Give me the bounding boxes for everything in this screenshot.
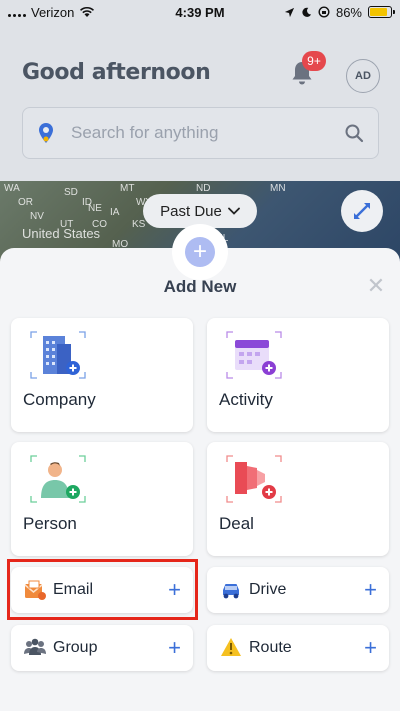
route-icon xyxy=(221,638,241,656)
avatar[interactable]: AD xyxy=(346,59,380,93)
group-icon xyxy=(24,638,46,655)
add-deal-card[interactable]: Deal xyxy=(207,442,389,556)
carrier-label: Verizon xyxy=(31,4,75,20)
status-right: 86% xyxy=(284,4,395,20)
add-route-row[interactable]: Route + xyxy=(207,625,389,671)
map-label: ND xyxy=(196,183,211,194)
map-label: MN xyxy=(270,183,286,194)
map-label: MT xyxy=(120,183,135,194)
past-due-label: Past Due xyxy=(160,202,222,220)
row-label: Group xyxy=(53,639,98,656)
rotation-lock-icon xyxy=(318,6,330,18)
map-label: OR xyxy=(18,197,33,208)
past-due-filter-button[interactable]: Past Due xyxy=(143,194,257,228)
activity-icon xyxy=(226,331,282,379)
battery-icon xyxy=(368,6,395,18)
search-bar[interactable]: Search for anything xyxy=(22,107,379,159)
expand-icon xyxy=(354,203,370,219)
notification-badge: 9+ xyxy=(302,51,326,71)
clock: 4:39 PM xyxy=(175,4,225,20)
map-label: NE xyxy=(88,203,102,214)
add-group-row[interactable]: Group + xyxy=(11,625,193,671)
greeting-title: Good afternoon xyxy=(22,60,211,85)
add-person-card[interactable]: Person xyxy=(11,442,193,556)
sheet-title: Add New xyxy=(163,277,237,296)
map-label: NV xyxy=(30,211,44,222)
row-label: Route xyxy=(249,639,292,656)
add-drive-row[interactable]: Drive + xyxy=(207,567,389,613)
expand-map-button[interactable] xyxy=(341,190,383,232)
company-icon xyxy=(30,331,86,379)
location-pin-icon xyxy=(39,123,53,143)
plus-icon: + xyxy=(185,237,215,267)
wifi-icon xyxy=(80,6,95,17)
close-icon[interactable]: ✕ xyxy=(366,275,386,297)
map-label-country: United States xyxy=(22,226,101,241)
map-label: IA xyxy=(110,207,120,218)
location-arrow-icon xyxy=(284,7,295,17)
add-icon[interactable]: + xyxy=(364,637,377,659)
map-label: WA xyxy=(4,183,20,194)
add-icon[interactable]: + xyxy=(364,579,377,601)
drive-icon xyxy=(223,584,239,599)
card-label: Person xyxy=(23,514,77,533)
add-company-card[interactable]: Company xyxy=(11,318,193,432)
card-label: Deal xyxy=(219,514,254,533)
chevron-down-icon xyxy=(227,207,240,215)
status-bar: Verizon 4:39 PM 86% xyxy=(0,0,400,24)
deal-icon xyxy=(226,455,282,503)
add-icon[interactable]: + xyxy=(168,637,181,659)
map-label: SD xyxy=(64,187,78,198)
signal-icon xyxy=(8,7,26,17)
add-new-fab[interactable]: + xyxy=(172,224,228,280)
notifications-button[interactable]: 9+ xyxy=(290,51,326,90)
add-activity-card[interactable]: Activity xyxy=(207,318,389,432)
card-label: Activity xyxy=(219,390,273,409)
person-icon xyxy=(30,455,86,503)
email-icon xyxy=(24,580,46,600)
moon-icon xyxy=(302,7,312,17)
row-label: Drive xyxy=(249,581,287,598)
map-label: KS xyxy=(132,219,146,230)
add-icon[interactable]: + xyxy=(168,579,181,601)
add-email-row[interactable]: Email + xyxy=(11,567,193,613)
card-label: Company xyxy=(23,390,96,409)
search-icon[interactable] xyxy=(344,123,364,143)
status-left: Verizon xyxy=(8,5,95,20)
battery-percent: 86% xyxy=(335,4,362,20)
row-label: Email xyxy=(53,581,94,598)
search-input[interactable]: Search for anything xyxy=(71,123,344,143)
